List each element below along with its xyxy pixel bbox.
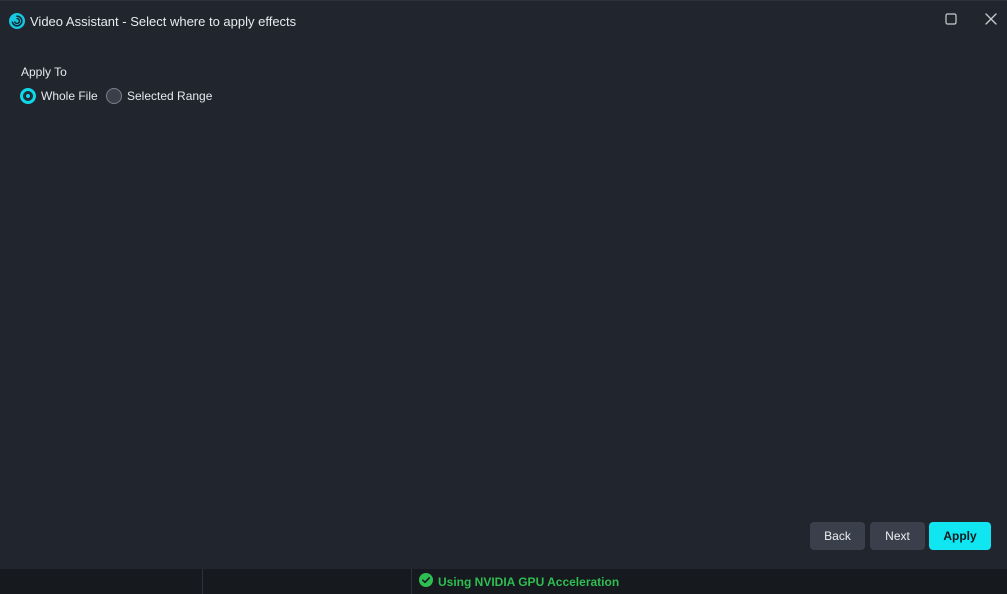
close-button[interactable]	[981, 11, 1001, 31]
check-circle-icon	[419, 572, 433, 592]
gpu-status: Using NVIDIA GPU Acceleration	[419, 572, 620, 592]
dialog-window: Video Assistant - Select where to apply …	[0, 0, 1007, 569]
status-bar: Using NVIDIA GPU Acceleration	[0, 569, 1007, 594]
swirl-logo-icon	[9, 13, 25, 29]
title-bar: Video Assistant - Select where to apply …	[0, 1, 1007, 41]
back-button[interactable]: Back	[810, 522, 865, 550]
status-divider	[202, 569, 203, 594]
radio-whole-file[interactable]: Whole File	[20, 87, 98, 105]
radio-selected-range[interactable]: Selected Range	[106, 87, 212, 105]
apply-button[interactable]: Apply	[929, 522, 991, 550]
maximize-button[interactable]	[941, 11, 961, 31]
next-button[interactable]: Next	[870, 522, 925, 550]
window-title: Video Assistant - Select where to apply …	[30, 14, 297, 29]
radio-label-whole-file: Whole File	[41, 89, 98, 103]
apply-to-label: Apply To	[21, 65, 67, 79]
close-icon	[985, 12, 997, 30]
status-divider	[411, 569, 412, 594]
gpu-status-text: Using NVIDIA GPU Acceleration	[438, 575, 620, 589]
radio-label-selected-range: Selected Range	[127, 89, 213, 103]
radio-button-unchecked[interactable]	[106, 88, 122, 104]
radio-button-checked[interactable]	[20, 88, 36, 104]
maximize-icon	[945, 12, 957, 30]
